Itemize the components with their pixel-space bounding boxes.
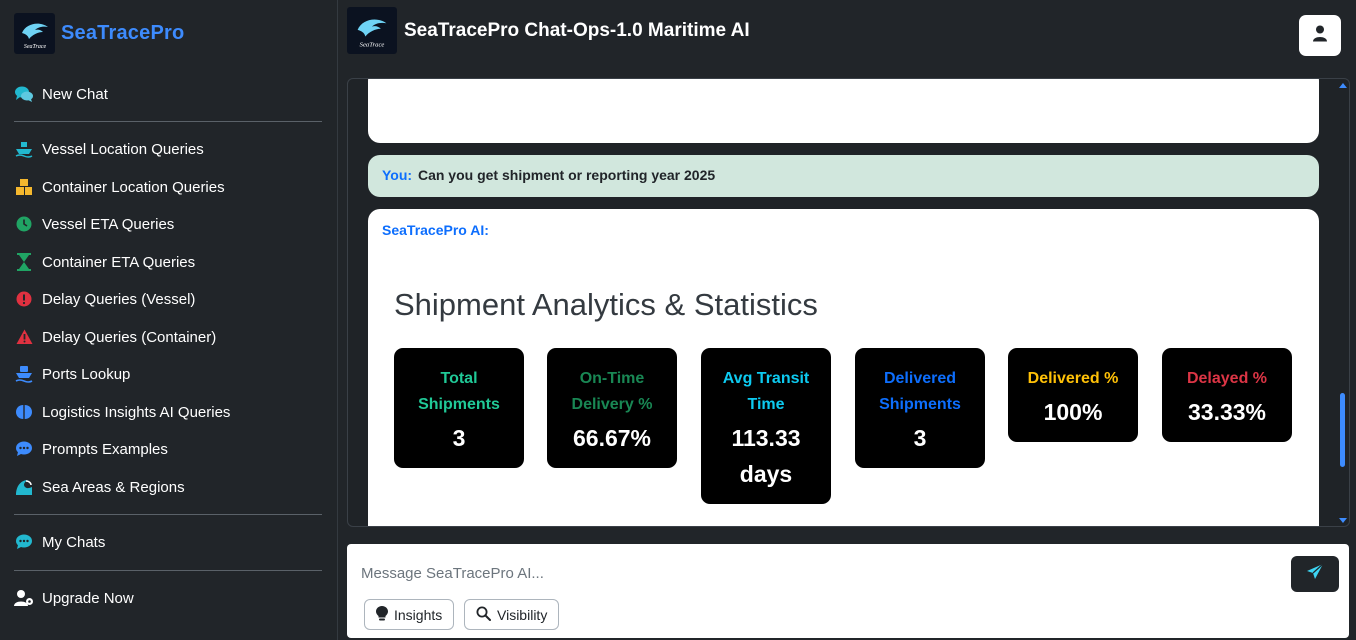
send-icon [1306, 563, 1324, 586]
wave-icon [14, 477, 34, 497]
sidebar-divider [14, 121, 322, 122]
app-logo: SeaTrace [347, 7, 397, 54]
sidebar-item-label: Ports Lookup [42, 365, 131, 383]
ferry-icon [14, 364, 34, 384]
sidebar-item-label: Vessel Location Queries [42, 140, 204, 158]
user-icon [1312, 25, 1328, 47]
sidebar-item-delay-queries-container[interactable]: Delay Queries (Container) [14, 326, 216, 348]
stat-card: On-Time Delivery % 66.67% [547, 348, 677, 468]
send-button[interactable] [1291, 556, 1339, 592]
search-icon [476, 606, 491, 624]
visibility-chip[interactable]: Visibility [464, 599, 560, 630]
chat-scrollbar[interactable] [1339, 83, 1347, 523]
chat-messages-panel[interactable]: You: Can you get shipment or reporting y… [347, 78, 1350, 527]
ai-message-label: SeaTracePro AI: [382, 222, 489, 238]
chat-bubbles-icon [14, 84, 34, 104]
stat-label: Avg Transit Time [722, 370, 810, 413]
sidebar-divider [14, 514, 322, 515]
stat-value: 66.67% [572, 425, 651, 451]
stat-label: On-Time Delivery % [571, 370, 653, 413]
sidebar-item-container-location-queries[interactable]: Container Location Queries [14, 176, 225, 198]
user-message-text: Can you get shipment or reporting year 2… [417, 167, 716, 183]
message-composer: Insights Visibility [347, 544, 1349, 638]
user-profile-button[interactable] [1299, 15, 1341, 56]
my-chats-link[interactable]: My Chats [14, 531, 105, 553]
upgrade-now-label: Upgrade Now [42, 589, 134, 607]
sidebar-item-delay-queries-vessel[interactable]: Delay Queries (Vessel) [14, 288, 195, 310]
sidebar-item-logistics-insights-ai-queries[interactable]: Logistics Insights AI Queries [14, 401, 230, 423]
warning-triangle-icon [14, 327, 34, 347]
sidebar-item-label: Logistics Insights AI Queries [42, 403, 231, 421]
user-gear-icon [14, 588, 34, 608]
chat-dots-icon [14, 439, 34, 459]
svg-text:SeaTrace: SeaTrace [360, 41, 385, 48]
upgrade-now-link[interactable]: Upgrade Now [14, 587, 134, 609]
previous-ai-message [368, 79, 1319, 143]
sidebar-item-vessel-eta-queries[interactable]: Vessel ETA Queries [14, 213, 174, 235]
brain-icon [14, 402, 34, 422]
boxes-icon [14, 177, 34, 197]
insights-chip-label: Insights [394, 606, 443, 623]
new-chat-label: New Chat [42, 85, 108, 103]
stat-label: Delayed % [1186, 370, 1268, 387]
topbar: SeaTrace SeaTracePro Chat-Ops-1.0 Mariti… [339, 0, 1356, 62]
stat-value: 3 [913, 425, 927, 451]
sidebar-item-label: Delay Queries (Vessel) [42, 290, 196, 308]
hourglass-icon [14, 252, 34, 272]
exclamation-circle-icon [14, 289, 34, 309]
analytics-heading: Shipment Analytics & Statistics [394, 287, 818, 322]
stat-label: Delivered Shipments [879, 370, 961, 413]
ai-message: SeaTracePro AI: Shipment Analytics & Sta… [368, 209, 1319, 526]
sidebar-item-label: Container Location Queries [42, 178, 225, 196]
stat-card: Delivered % 100% [1008, 348, 1138, 442]
chat-dots-icon [14, 532, 34, 552]
sidebar-item-label: Container ETA Queries [42, 253, 196, 271]
scrollbar-thumb[interactable] [1340, 393, 1345, 467]
sidebar-item-ports-lookup[interactable]: Ports Lookup [14, 363, 130, 385]
brand[interactable]: SeaTrace SeaTracePro [14, 13, 184, 54]
visibility-chip-label: Visibility [497, 606, 548, 623]
scroll-up-arrow-icon[interactable] [1339, 83, 1347, 88]
sidebar-item-label: Sea Areas & Regions [42, 478, 185, 496]
lightbulb-icon [376, 605, 388, 624]
stat-card: Total Shipments 3 [394, 348, 524, 468]
stat-value: 33.33% [1187, 399, 1266, 425]
scroll-down-arrow-icon[interactable] [1339, 518, 1347, 523]
stat-label: Delivered % [1027, 370, 1119, 387]
sidebar-item-prompts-examples[interactable]: Prompts Examples [14, 438, 168, 460]
stat-card: Avg Transit Time 113.33 days [701, 348, 831, 504]
stat-card: Delayed % 33.33% [1162, 348, 1292, 442]
sidebar-item-label: Delay Queries (Container) [42, 328, 217, 346]
stat-value: 100% [1043, 399, 1103, 425]
sidebar-item-sea-areas-regions[interactable]: Sea Areas & Regions [14, 476, 185, 498]
sidebar-item-container-eta-queries[interactable]: Container ETA Queries [14, 251, 195, 273]
message-input[interactable] [361, 560, 1261, 586]
brand-logo: SeaTrace [14, 13, 55, 54]
stat-value: 113.33 days [731, 425, 801, 487]
ship-icon [14, 139, 34, 159]
svg-text:SeaTrace: SeaTrace [23, 44, 46, 50]
brand-name: SeaTracePro [61, 22, 185, 44]
sidebar-item-vessel-location-queries[interactable]: Vessel Location Queries [14, 138, 204, 160]
sidebar-item-label: Prompts Examples [42, 440, 168, 458]
my-chats-label: My Chats [42, 533, 106, 551]
user-message: You: Can you get shipment or reporting y… [368, 155, 1319, 197]
stat-label: Total Shipments [418, 370, 500, 413]
sidebar-divider [14, 570, 322, 571]
sidebar: SeaTrace SeaTracePro New Chat Vessel Loc… [0, 0, 338, 640]
stat-value: 3 [452, 425, 466, 451]
insights-chip[interactable]: Insights [364, 599, 455, 630]
page-title: SeaTracePro Chat-Ops-1.0 Maritime AI [404, 20, 750, 41]
new-chat-button[interactable]: New Chat [14, 83, 108, 105]
clock-icon [14, 214, 34, 234]
user-message-label: You: [382, 167, 413, 183]
sidebar-item-label: Vessel ETA Queries [42, 215, 175, 233]
stat-card: Delivered Shipments 3 [855, 348, 985, 468]
